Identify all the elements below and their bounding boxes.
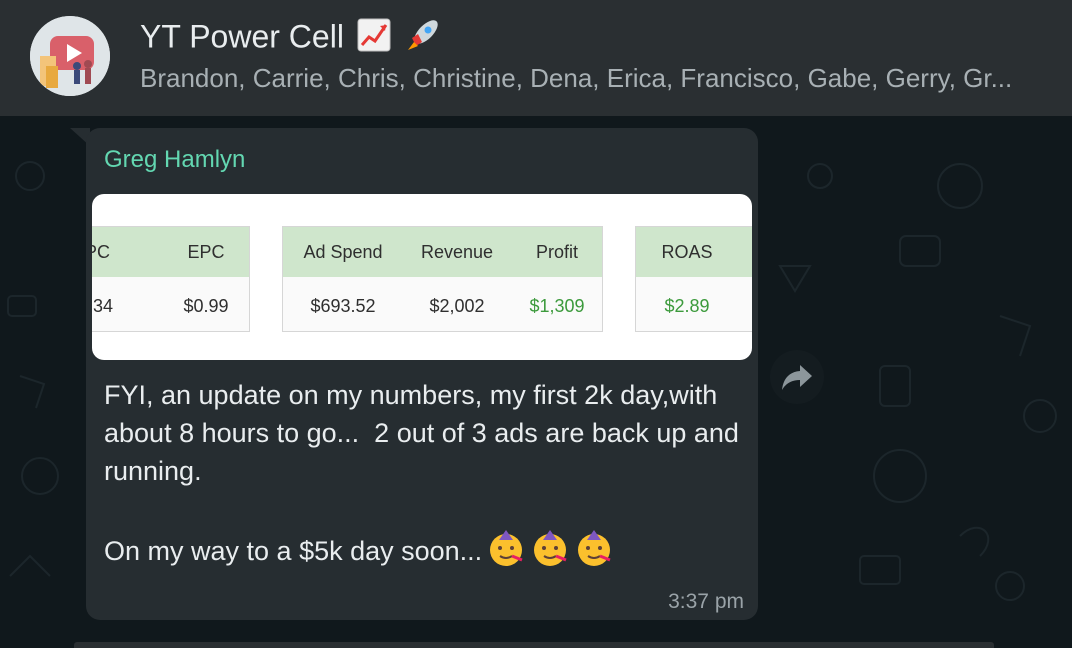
table-cell-profit: $1,309 <box>529 296 585 316</box>
table-cell-roas: $2.89 <box>664 296 710 316</box>
message-sender[interactable]: Greg Hamlyn <box>104 146 245 174</box>
table-header-cell: ROAS <box>661 242 713 262</box>
message-body: FYI, an update on my numbers, my first 2… <box>104 380 739 567</box>
partying-face-icon <box>574 528 614 578</box>
chat-title[interactable]: YT Power Cell <box>140 16 442 62</box>
table-header-cell: EPC <box>187 242 225 262</box>
table-header-cell: Ad Spend <box>303 242 383 262</box>
partying-face-icon <box>530 528 570 578</box>
table-cell: $693.52 <box>310 296 376 316</box>
forward-icon <box>782 365 812 390</box>
rocket-icon <box>404 16 442 62</box>
table-header-cell: Profit <box>535 242 578 262</box>
stats-table-spend: Ad Spend Revenue Profit $693.52 $2,002 $… <box>282 226 603 332</box>
forward-button[interactable] <box>770 350 824 404</box>
chat-header[interactable]: YT Power Cell Brandon, Carrie, Chris, Ch… <box>0 0 1072 116</box>
table-cell: $0.99 <box>183 296 229 316</box>
chat-title-text: YT Power Cell <box>140 18 344 55</box>
partying-face-icon <box>486 528 526 578</box>
table-header-cell: Revenue <box>420 242 494 262</box>
message-timestamp: 3:37 pm <box>668 590 744 613</box>
chart-increasing-icon <box>357 18 391 60</box>
group-avatar[interactable] <box>30 16 110 96</box>
attachment-image[interactable]: PC EPC 34 $0.99 Ad Spend Revenue Profit … <box>92 194 752 360</box>
table-header-cell: PC <box>92 242 111 262</box>
stats-table-clicks: PC EPC 34 $0.99 <box>92 226 250 332</box>
chat-members: Brandon, Carrie, Chris, Christine, Dena,… <box>140 63 1013 93</box>
group-avatar-image <box>30 16 110 96</box>
composer-edge <box>74 642 994 648</box>
stats-table-roas: ROAS $2.89 <box>635 226 752 332</box>
message-text: FYI, an update on my numbers, my first 2… <box>104 376 744 578</box>
table-cell: $2,002 <box>429 296 485 316</box>
table-cell: 34 <box>93 296 114 316</box>
